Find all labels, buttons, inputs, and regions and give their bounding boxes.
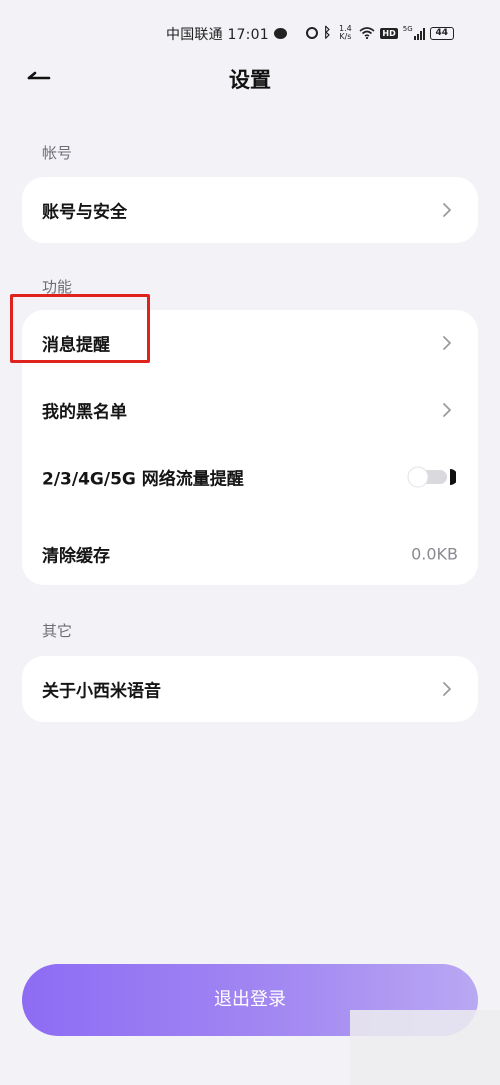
other-card: 关于小西米语音 bbox=[22, 656, 478, 722]
account-card: 账号与安全 bbox=[22, 177, 478, 243]
network-type-label: 5G bbox=[402, 25, 413, 33]
row-traffic-reminder: 2/3/4G/5G 网络流量提醒 bbox=[22, 447, 478, 507]
row-label: 我的黑名单 bbox=[42, 402, 127, 423]
cache-size-value: 0.0KB bbox=[411, 544, 458, 564]
signal-icon: 5G bbox=[403, 26, 425, 40]
row-label: 关于小西米语音 bbox=[42, 681, 161, 702]
row-label: 2/3/4G/5G 网络流量提醒 bbox=[42, 469, 244, 490]
highlight-box bbox=[10, 294, 150, 363]
section-label-other: 其它 bbox=[42, 622, 73, 640]
battery-icon: 44 bbox=[429, 26, 454, 40]
chevron-right-icon bbox=[443, 403, 451, 417]
row-label: 清除缓存 bbox=[42, 546, 110, 567]
row-label: 账号与安全 bbox=[42, 202, 127, 223]
status-bar: 中国联通 17:01 ᛒ 1.4 K/s HD 5G 44 bbox=[0, 20, 500, 48]
chevron-right-icon bbox=[443, 203, 451, 217]
carrier-time: 中国联通 17:01 bbox=[166, 27, 269, 43]
traffic-reminder-toggle[interactable] bbox=[406, 465, 456, 489]
watermark bbox=[350, 1010, 500, 1085]
row-account-security[interactable]: 账号与安全 bbox=[22, 180, 478, 240]
network-speed-unit: K/s bbox=[339, 32, 352, 41]
hd-badge: HD bbox=[380, 27, 398, 39]
bluetooth-icon: ᛒ bbox=[323, 25, 332, 41]
row-clear-cache[interactable]: 清除缓存 0.0KB bbox=[22, 524, 478, 584]
row-blacklist[interactable]: 我的黑名单 bbox=[22, 380, 478, 440]
page-title: 设置 bbox=[229, 68, 271, 92]
chevron-right-icon bbox=[443, 682, 451, 696]
chevron-right-icon bbox=[443, 336, 451, 350]
wifi-icon bbox=[359, 27, 375, 39]
section-label-account: 帐号 bbox=[42, 144, 73, 162]
row-about[interactable]: 关于小西米语音 bbox=[22, 659, 478, 719]
status-icons: ᛒ 1.4 K/s HD 5G 44 bbox=[274, 22, 454, 44]
network-speed: 1.4 K/s bbox=[336, 25, 354, 41]
alarm-icon bbox=[306, 27, 318, 39]
chat-bubble-icon bbox=[274, 27, 287, 39]
